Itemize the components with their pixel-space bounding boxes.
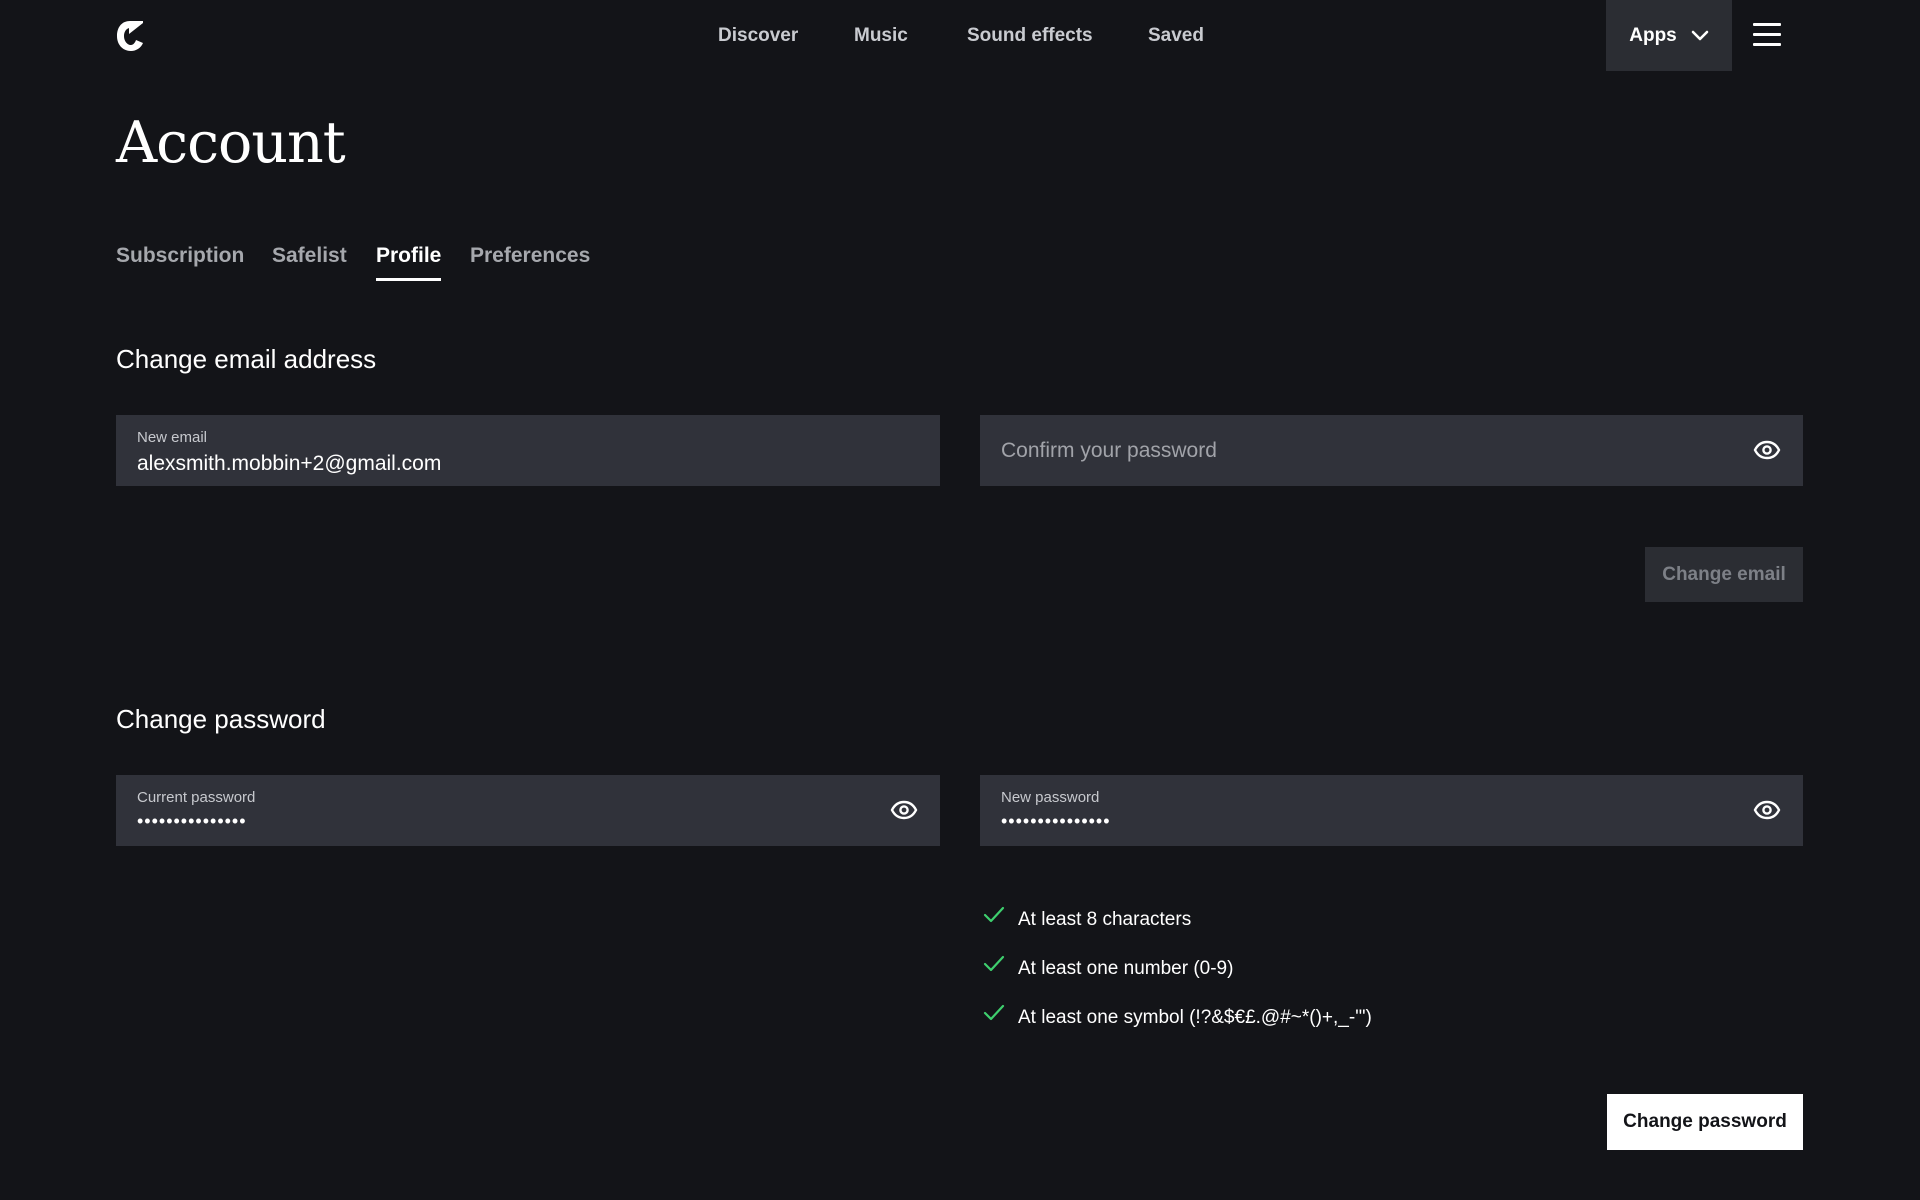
top-nav-bar: Discover Music Sound effects Saved Apps [0, 0, 1920, 71]
password-section-heading: Change password [116, 704, 326, 734]
nav-link-music[interactable]: Music [854, 25, 908, 47]
eye-icon[interactable] [890, 798, 918, 822]
change-email-button[interactable]: Change email [1645, 547, 1803, 602]
current-password-field[interactable]: Current password ••••••••••••••• [116, 775, 940, 846]
password-requirement: At least one number (0-9) [983, 954, 1233, 984]
requirement-text: At least one symbol (!?&$€£.@#~*()+,_-'"… [1018, 1007, 1372, 1028]
tab-preferences[interactable]: Preferences [470, 244, 590, 268]
hamburger-menu-icon[interactable] [1753, 23, 1781, 47]
nav-link-sound-effects[interactable]: Sound effects [967, 25, 1093, 47]
check-icon [983, 1004, 1005, 1021]
new-email-field[interactable]: New email alexsmith.mobbin+2@gmail.com [116, 415, 940, 486]
tab-subscription[interactable]: Subscription [116, 244, 244, 268]
email-section-heading: Change email address [116, 344, 377, 374]
new-email-value[interactable]: alexsmith.mobbin+2@gmail.com [137, 452, 441, 476]
new-password-value[interactable]: ••••••••••••••• [1001, 811, 1111, 832]
requirement-text: At least 8 characters [1018, 909, 1192, 930]
apps-label: Apps [1629, 24, 1677, 46]
new-password-label: New password [1001, 789, 1100, 806]
password-requirement: At least 8 characters [983, 905, 1191, 935]
new-password-field[interactable]: New password ••••••••••••••• [980, 775, 1803, 846]
confirm-password-placeholder: Confirm your password [1001, 439, 1217, 462]
tab-safelist[interactable]: Safelist [272, 244, 347, 268]
nav-link-discover[interactable]: Discover [718, 25, 798, 47]
chevron-down-icon [1691, 30, 1709, 40]
brand-logo-icon[interactable] [116, 20, 144, 52]
requirement-text: At least one number (0-9) [1018, 958, 1234, 979]
current-password-label: Current password [137, 789, 256, 806]
tab-profile[interactable]: Profile [376, 244, 442, 281]
page-title: Account [116, 110, 346, 176]
password-requirement: At least one symbol (!?&$€£.@#~*()+,_-'"… [983, 1003, 1372, 1033]
change-password-button[interactable]: Change password [1607, 1094, 1803, 1150]
new-email-label: New email [137, 429, 208, 446]
nav-link-saved[interactable]: Saved [1148, 25, 1204, 47]
check-icon [983, 955, 1005, 972]
eye-icon[interactable] [1753, 438, 1781, 462]
apps-dropdown-button[interactable]: Apps [1606, 0, 1732, 71]
eye-icon[interactable] [1753, 798, 1781, 822]
check-icon [983, 906, 1005, 923]
current-password-value[interactable]: ••••••••••••••• [137, 811, 247, 832]
confirm-password-field[interactable]: Confirm your password [980, 415, 1803, 486]
